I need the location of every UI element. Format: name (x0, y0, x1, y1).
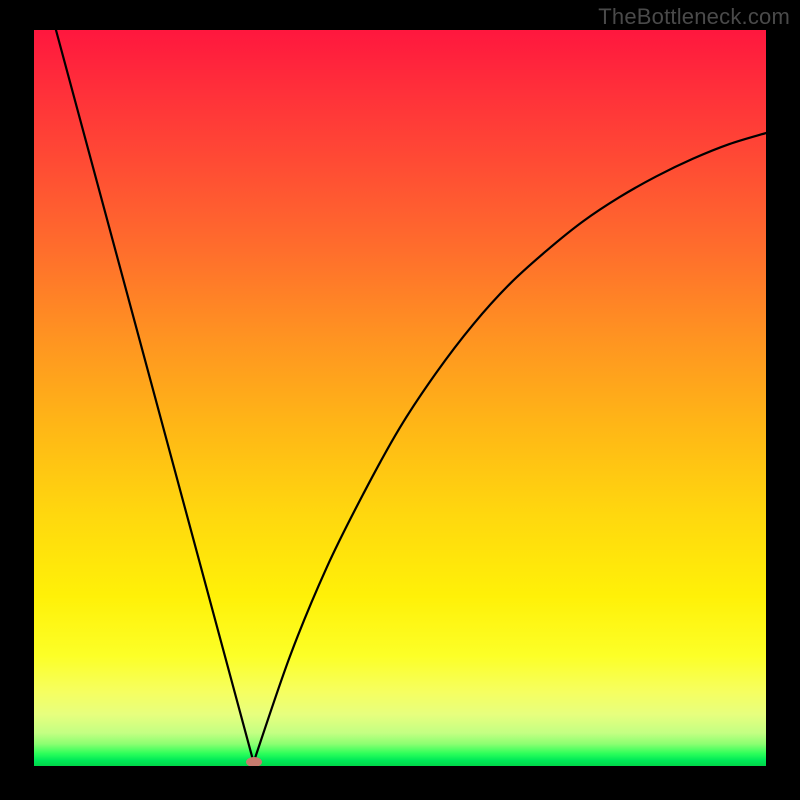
bottleneck-curve (34, 30, 766, 766)
curve-left-branch (56, 30, 254, 762)
plot-area (34, 30, 766, 766)
curve-right-branch (254, 133, 766, 762)
chart-frame: TheBottleneck.com (0, 0, 800, 800)
watermark-text: TheBottleneck.com (598, 4, 790, 30)
minimum-marker (246, 757, 262, 766)
